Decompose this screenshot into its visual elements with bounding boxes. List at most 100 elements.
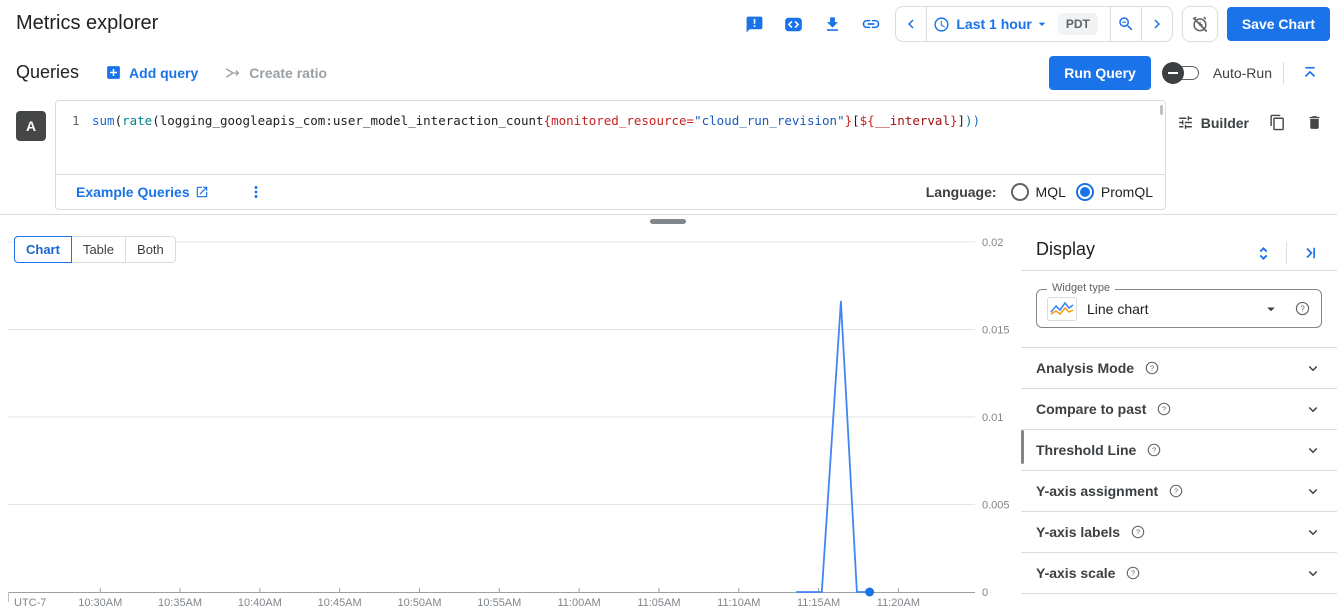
builder-button[interactable]: Builder — [1177, 114, 1249, 131]
widget-type-help-icon[interactable]: ? — [1294, 300, 1311, 317]
widget-type-select[interactable]: Widget type Line chart ? — [1036, 289, 1322, 328]
divider — [1283, 62, 1284, 84]
run-query-button[interactable]: Run Query — [1049, 56, 1151, 90]
help-icon[interactable]: ? — [1144, 360, 1160, 376]
zoom-out-button[interactable] — [1111, 7, 1141, 41]
example-queries-link[interactable]: Example Queries — [76, 184, 209, 200]
help-icon[interactable]: ? — [1130, 524, 1146, 540]
svg-text:11:15AM: 11:15AM — [797, 597, 840, 609]
feedback-button[interactable] — [739, 9, 769, 39]
help-icon[interactable]: ? — [1156, 401, 1172, 417]
clock-icon — [933, 16, 950, 33]
section-label: Compare to past — [1036, 401, 1146, 417]
auto-run-toggle[interactable] — [1162, 61, 1202, 85]
svg-text:11:20AM: 11:20AM — [877, 597, 920, 609]
time-forward-button[interactable] — [1142, 7, 1172, 41]
section-label: Analysis Mode — [1036, 360, 1134, 376]
download-icon — [823, 15, 842, 34]
svg-text:10:55AM: 10:55AM — [477, 597, 521, 609]
create-ratio-label: Create ratio — [249, 65, 327, 81]
unfold-chevrons-icon — [1254, 244, 1273, 263]
svg-text:UTC-7: UTC-7 — [14, 597, 46, 609]
view-tab[interactable]: Chart — [14, 236, 72, 263]
svg-text:0.005: 0.005 — [982, 500, 1010, 512]
download-button[interactable] — [817, 9, 847, 39]
collapse-display-button[interactable] — [1295, 238, 1325, 268]
svg-text:?: ? — [1300, 304, 1305, 313]
svg-text:0: 0 — [982, 587, 988, 599]
chevron-up-to-line-icon — [1301, 64, 1319, 82]
section-y-axis-labels[interactable]: Y-axis labels ? — [1021, 512, 1337, 553]
help-icon[interactable]: ? — [1168, 483, 1184, 499]
display-scrollbar[interactable] — [1021, 430, 1024, 464]
chevron-down-icon — [1304, 359, 1322, 377]
query-code[interactable]: sum(rate(logging_googleapis_com:user_mod… — [92, 113, 980, 128]
section-compare-to-past[interactable]: Compare to past ? — [1021, 389, 1337, 430]
time-range-label: Last 1 hour — [956, 16, 1031, 32]
feedback-icon — [745, 15, 764, 34]
page-title: Metrics explorer — [16, 12, 158, 35]
svg-text:10:35AM: 10:35AM — [158, 597, 202, 609]
add-query-button[interactable]: Add query — [105, 64, 198, 81]
mql-label: MQL — [1036, 184, 1066, 200]
panel-resize-handle[interactable] — [650, 219, 686, 224]
trash-icon — [1306, 114, 1323, 131]
chevron-down-icon — [1304, 441, 1322, 459]
language-option[interactable]: PromQL — [1076, 183, 1153, 201]
widget-type-label: Widget type — [1047, 282, 1115, 294]
time-range-selector[interactable]: Last 1 hour PDT — [927, 7, 1109, 41]
embed-code-icon — [784, 15, 803, 34]
alerting-off-button[interactable] — [1182, 6, 1218, 42]
duplicate-query-button[interactable] — [1269, 114, 1286, 131]
query-badge[interactable]: A — [16, 111, 46, 141]
create-ratio-button[interactable]: Create ratio — [224, 64, 327, 82]
embed-chart-button[interactable] — [778, 9, 808, 39]
language-option[interactable]: MQL — [1011, 183, 1066, 201]
save-chart-button[interactable]: Save Chart — [1227, 7, 1330, 41]
copy-icon — [1269, 114, 1286, 131]
collapse-queries-button[interactable] — [1295, 58, 1325, 88]
promql-label: PromQL — [1101, 184, 1153, 200]
line-number: 1 — [72, 113, 80, 128]
auto-run-label: Auto-Run — [1213, 65, 1272, 81]
section-label: Threshold Line — [1036, 442, 1136, 458]
timezone-chip[interactable]: PDT — [1058, 13, 1098, 35]
header: Metrics explorer Last 1 hour — [0, 0, 1337, 49]
section-label: Y-axis labels — [1036, 524, 1120, 540]
svg-text:?: ? — [1136, 528, 1140, 537]
example-queries-menu-button[interactable] — [247, 183, 265, 201]
header-actions: Last 1 hour PDT Save Chart — [739, 0, 1330, 48]
section-threshold-line[interactable]: Threshold Line ? — [1021, 430, 1337, 471]
editor-footer: Example Queries Language: MQL PromQL — [56, 174, 1165, 209]
view-tab[interactable]: Table — [71, 236, 126, 263]
chevron-right-icon — [1148, 15, 1166, 33]
svg-text:?: ? — [1162, 405, 1166, 414]
delete-query-button[interactable] — [1306, 114, 1323, 131]
help-icon[interactable]: ? — [1146, 442, 1162, 458]
builder-label: Builder — [1201, 115, 1249, 131]
svg-text:11:05AM: 11:05AM — [637, 597, 680, 609]
chart-panel: 00.0050.010.0150.0210:30AM10:35AM10:40AM… — [0, 228, 1015, 615]
chevron-down-icon — [1304, 482, 1322, 500]
section-analysis-mode[interactable]: Analysis Mode ? — [1021, 348, 1337, 389]
view-tab[interactable]: Both — [125, 236, 176, 263]
expand-display-button[interactable] — [1248, 238, 1278, 268]
section-y-axis-scale[interactable]: Y-axis scale ? — [1021, 553, 1337, 594]
editor-scrollbar[interactable] — [1160, 105, 1163, 115]
svg-text:?: ? — [1152, 446, 1156, 455]
example-queries-label: Example Queries — [76, 184, 190, 200]
caret-down-icon — [1262, 300, 1280, 318]
svg-text:10:50AM: 10:50AM — [397, 597, 441, 609]
copy-link-button[interactable] — [856, 9, 886, 39]
metrics-explorer-page: Metrics explorer Last 1 hour — [0, 0, 1337, 615]
copy-link-icon — [861, 14, 881, 34]
plus-box-icon — [105, 64, 122, 81]
section-y-axis-assignment[interactable]: Y-axis assignment ? — [1021, 471, 1337, 512]
widget-type-value: Line chart — [1087, 301, 1148, 317]
merge-arrows-icon — [224, 64, 242, 82]
time-back-button[interactable] — [896, 7, 926, 41]
metrics-chart[interactable]: 00.0050.010.0150.0210:30AM10:35AM10:40AM… — [0, 228, 1015, 615]
query-editor-section: A 1 sum(rate(logging_googleapis_com:user… — [0, 97, 1337, 215]
help-icon[interactable]: ? — [1125, 565, 1141, 581]
queries-toolbar: Queries Add query Create ratio Run Query… — [0, 48, 1337, 97]
